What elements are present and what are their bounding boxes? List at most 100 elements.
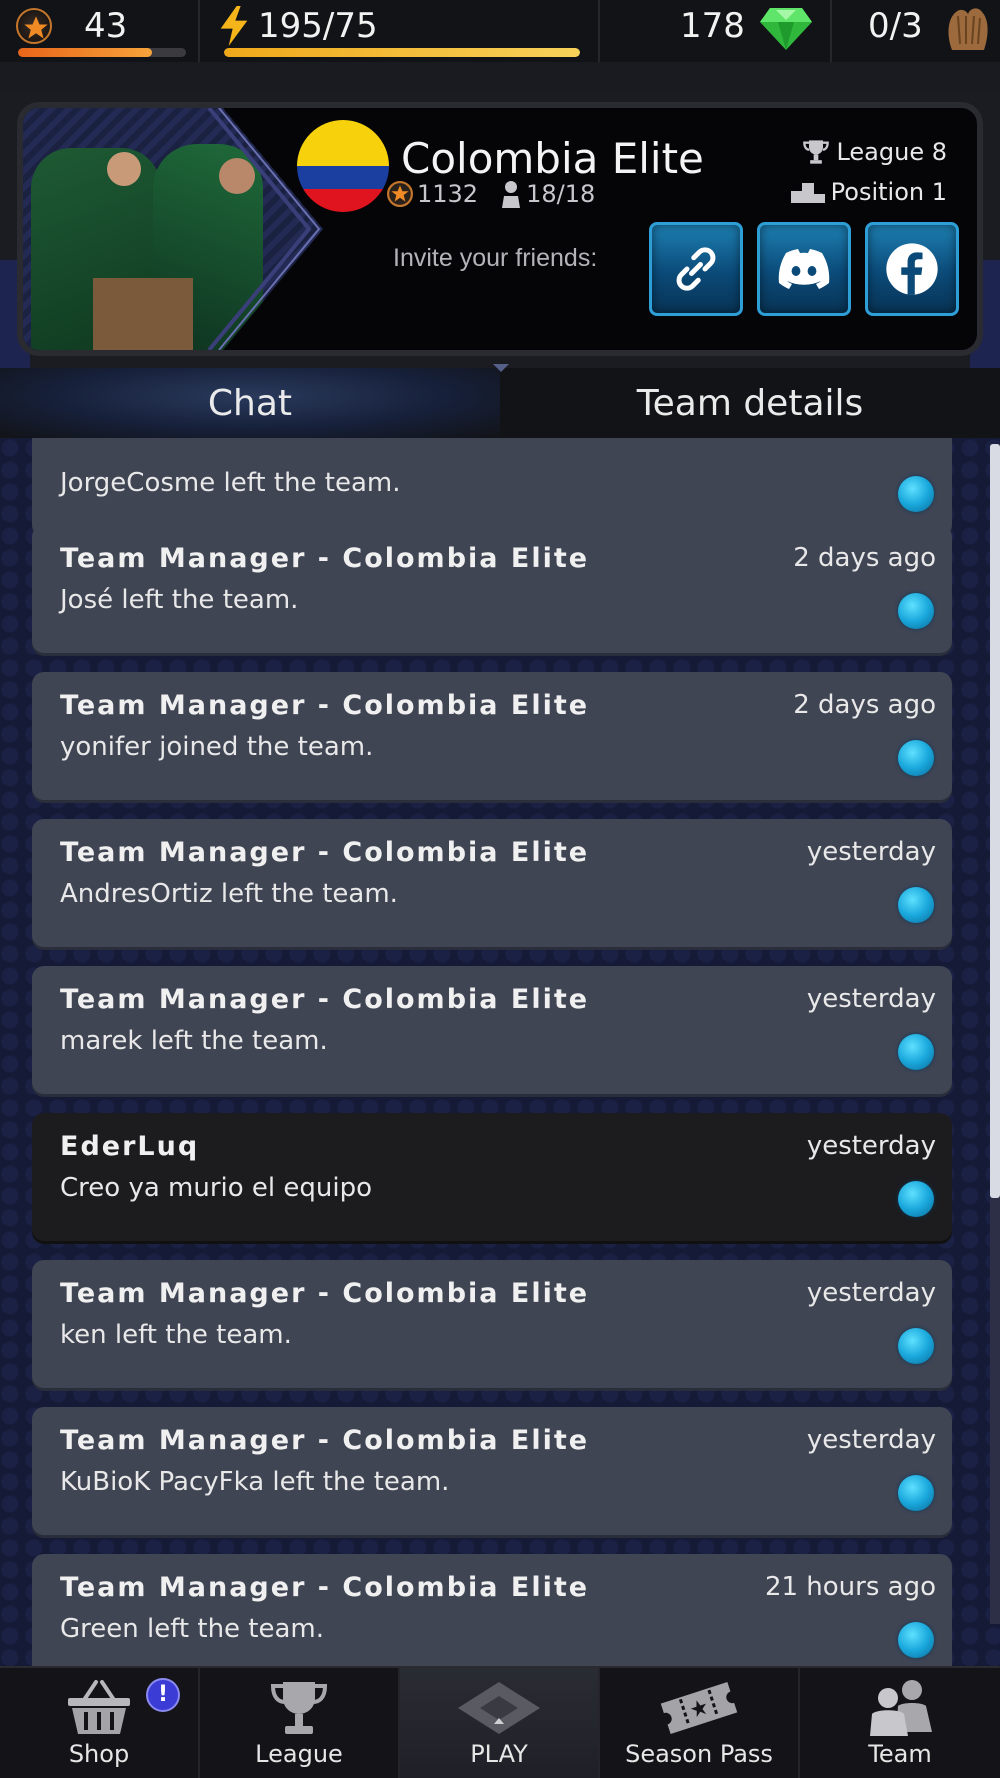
message-time: 2 days ago [793,543,936,573]
level-value: 43 [84,6,128,46]
level-progress-bar [18,48,186,57]
chat-message: Team Manager - Colombia Elite yesterday … [32,1260,952,1388]
message-time: yesterday [806,837,936,867]
baseball-diamond-icon [458,1682,540,1734]
read-status-dot [898,740,934,776]
read-status-dot [898,1622,934,1658]
bottom-navigation: ! Shop League PLAY Season Pass Team [0,1666,1000,1778]
position-info: Position 1 [790,178,947,206]
gems-value: 178 [680,6,745,46]
message-text: Creo ya murio el equipo [60,1173,373,1203]
team-stats: 1132 18/18 [387,180,595,208]
trophy-icon [803,140,830,164]
read-status-dot [898,1181,934,1217]
level-indicator[interactable]: 43 [0,0,200,62]
chat-scrollbar[interactable] [990,444,1000,1624]
chat-message: JorgeCosme left the team. [32,438,952,536]
facebook-button[interactable] [865,222,959,316]
message-text: KuBioK PacyFka left the team. [60,1467,450,1497]
tab-team-details[interactable]: Team details [500,368,1000,438]
read-status-dot [898,476,934,512]
nav-play[interactable]: PLAY [400,1668,600,1778]
gems-indicator[interactable]: 178 [600,0,832,62]
read-status-dot [898,593,934,629]
message-time: yesterday [806,1278,936,1308]
nav-label: Team [868,1740,932,1768]
energy-progress-bar [224,48,580,57]
message-time: yesterday [806,984,936,1014]
team-rating: 1132 [417,180,479,208]
team-members: 18/18 [526,180,596,208]
trophy-icon [270,1682,328,1734]
message-author: Team Manager - Colombia Elite [60,837,590,868]
chat-message: Team Manager - Colombia Elite 2 days ago… [32,672,952,800]
nav-label: PLAY [470,1740,528,1768]
message-author: Team Manager - Colombia Elite [60,1572,590,1603]
chat-message-player: EderLuq yesterday Creo ya murio el equip… [32,1113,952,1241]
message-text: AndresOrtiz left the team. [60,879,398,909]
ticket-icon [660,1681,738,1735]
nav-label: League [255,1740,343,1768]
nav-team[interactable]: Team [800,1668,1000,1778]
message-time: yesterday [806,1425,936,1455]
banner-arrow-border [207,108,321,350]
discord-icon [778,249,830,289]
scrollbar-thumb[interactable] [990,444,1000,1198]
facebook-icon [886,243,938,295]
chat-message: Team Manager - Colombia Elite yesterday … [32,1407,952,1535]
podium-icon [790,183,825,203]
gloves-indicator[interactable]: 0/3 [832,0,1000,62]
message-author: Team Manager - Colombia Elite [60,543,590,574]
message-text: ken left the team. [60,1320,292,1350]
level-star-icon [16,8,52,44]
baseball-glove-icon [948,8,988,50]
chat-message: Team Manager - Colombia Elite yesterday … [32,819,952,947]
read-status-dot [898,1475,934,1511]
nav-season-pass[interactable]: Season Pass [600,1668,800,1778]
colombia-flag-icon [297,120,389,212]
link-icon [676,247,716,291]
team-card: Colombia Elite 1132 18/18 League 8 Posit… [17,102,983,356]
status-bar: 43 195/75 178 0/3 [0,0,1000,62]
message-time: 21 hours ago [764,1572,936,1602]
nav-label: Season Pass [625,1740,773,1768]
message-text: Green left the team. [60,1614,325,1644]
chat-feed[interactable]: JorgeCosme left the team. Team Manager -… [0,438,1000,1666]
message-time: yesterday [806,1131,936,1161]
message-text: José left the team. [60,585,299,615]
invite-label: Invite your friends: [393,244,598,272]
nav-league[interactable]: League [200,1668,400,1778]
league-info: League 8 [802,138,947,166]
chat-message: Team Manager - Colombia Elite 2 days ago… [32,525,952,653]
read-status-dot [898,887,934,923]
message-author: Team Manager - Colombia Elite [60,1278,590,1309]
members-icon [502,181,521,208]
message-time: 2 days ago [793,690,936,720]
nav-shop[interactable]: ! Shop [0,1668,200,1778]
message-author[interactable]: EderLuq [60,1131,199,1162]
message-text: marek left the team. [60,1026,328,1056]
chat-message: Team Manager - Colombia Elite 21 hours a… [32,1554,952,1666]
energy-bolt-icon [220,6,248,46]
message-text: JorgeCosme left the team. [60,468,401,498]
energy-indicator[interactable]: 195/75 [200,0,600,62]
read-status-dot [898,1328,934,1364]
tab-chat[interactable]: Chat [0,368,500,438]
message-author: Team Manager - Colombia Elite [60,1425,590,1456]
tab-notch [493,364,509,372]
read-status-dot [898,1034,934,1070]
gloves-value: 0/3 [868,6,923,46]
chat-message: Team Manager - Colombia Elite yesterday … [32,966,952,1094]
rating-star-icon [387,181,413,207]
top-spacer [0,62,1000,92]
message-text: yonifer joined the team. [60,732,374,762]
gem-icon [760,8,812,50]
tab-bar: Chat Team details [0,368,1000,438]
basket-icon [68,1680,130,1734]
nav-label: Shop [68,1740,130,1768]
discord-button[interactable] [757,222,851,316]
copy-link-button[interactable] [649,222,743,316]
team-name: Colombia Elite [401,134,704,183]
shop-notification-badge: ! [146,1678,180,1712]
message-author: Team Manager - Colombia Elite [60,690,590,721]
